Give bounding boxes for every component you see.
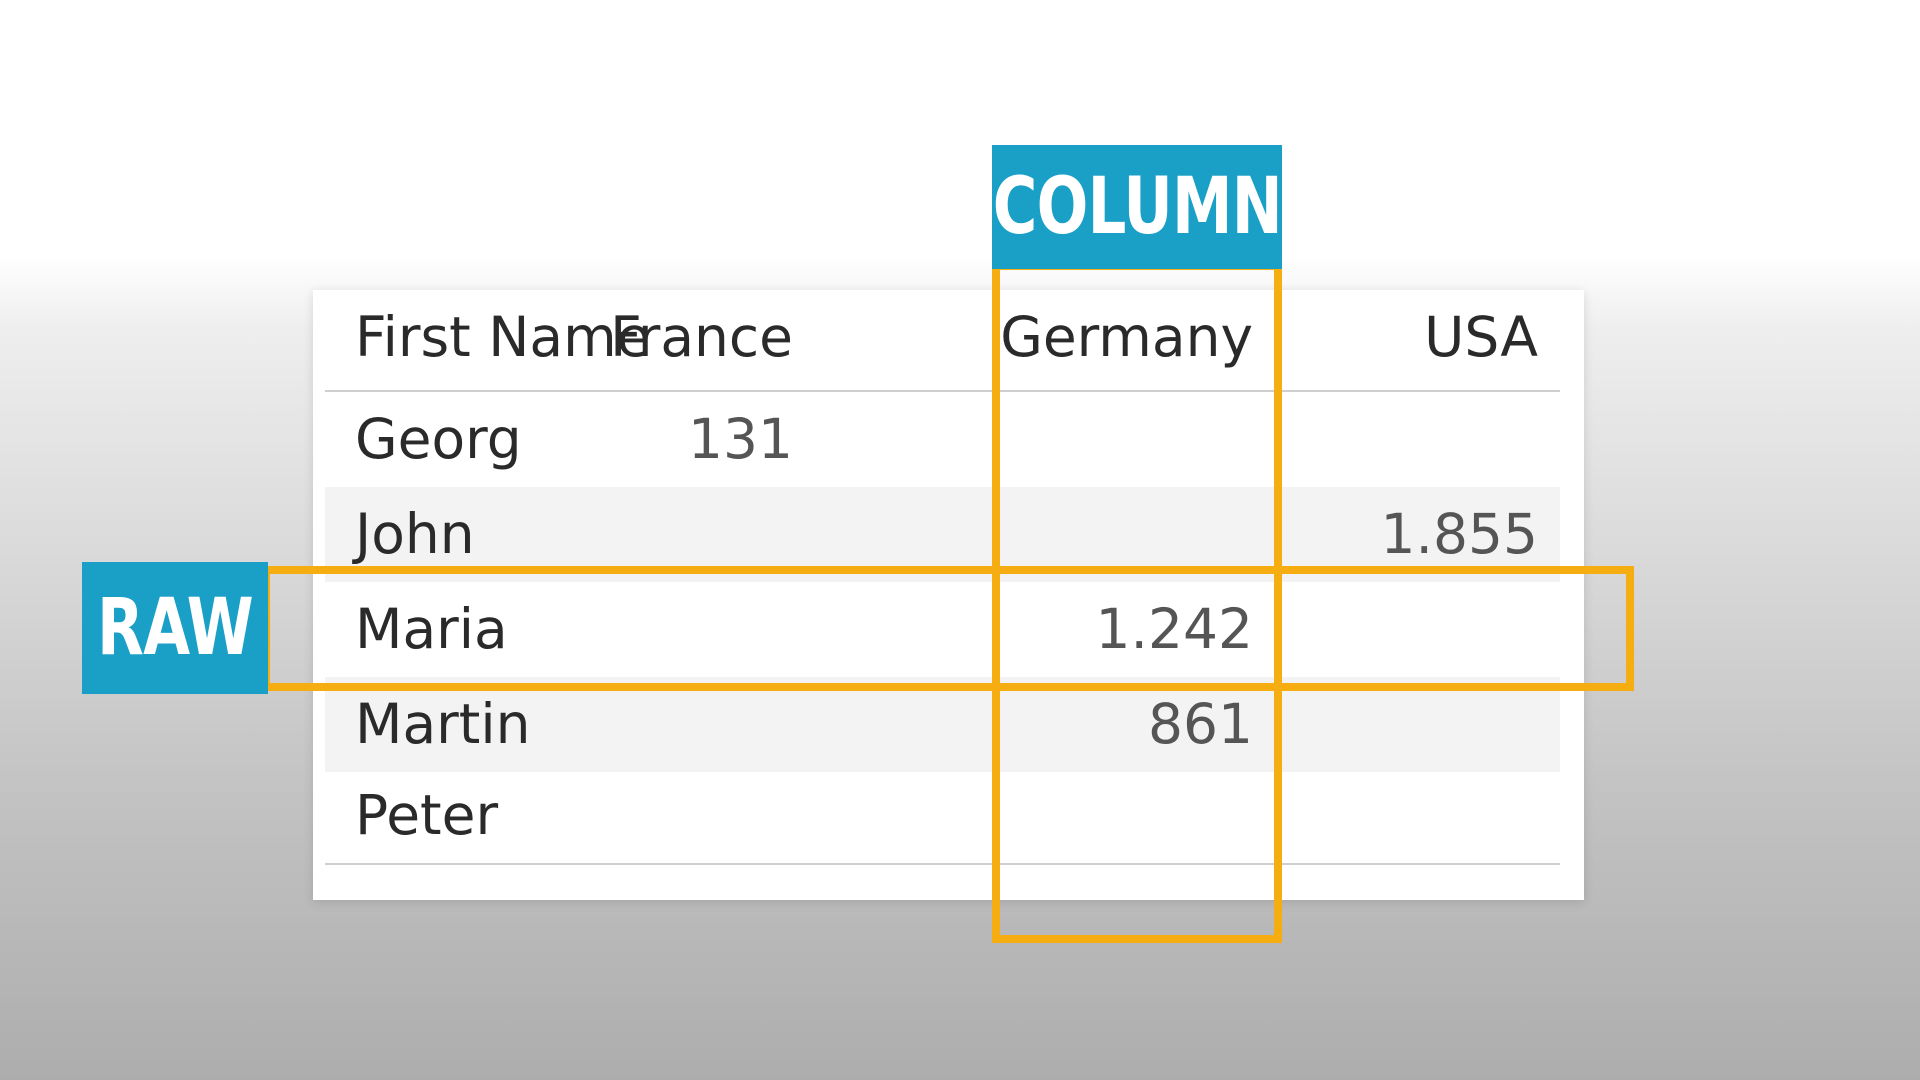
column-label-tag: COLUMN — [992, 145, 1282, 269]
france-cell: 131 — [688, 407, 793, 471]
column-label-text: COLUMN — [992, 162, 1282, 252]
name-cell: Georg — [355, 407, 522, 471]
header-france: France — [610, 305, 793, 369]
table-header-row: First Name France Germany USA — [325, 290, 1560, 390]
table-row: Georg 131 — [325, 392, 1560, 487]
name-cell: Martin — [355, 692, 531, 756]
row-label-text: RAW — [97, 583, 254, 673]
name-cell: Peter — [355, 783, 499, 847]
header-usa: USA — [1424, 305, 1538, 369]
table-bottom-divider — [325, 863, 1560, 865]
row-highlight-frame — [262, 566, 1634, 691]
header-first-name: First Name — [355, 305, 651, 369]
table-row: Peter — [325, 768, 1560, 863]
row-label-tag: RAW — [82, 562, 268, 694]
table-row: Martin 861 — [325, 677, 1560, 772]
